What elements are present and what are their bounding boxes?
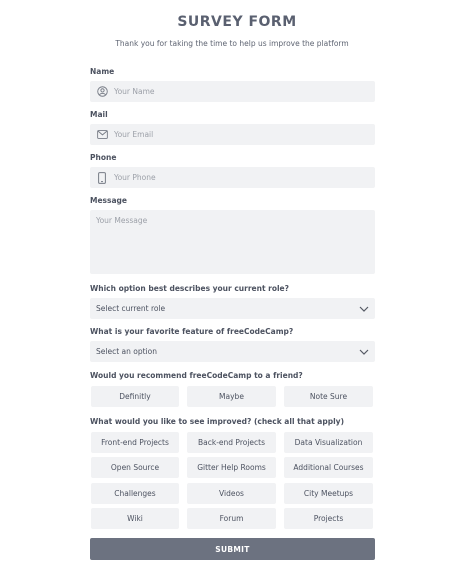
user-icon	[96, 86, 108, 98]
improve-question: What would you like to see improved? (ch…	[90, 417, 344, 426]
phone-label: Phone	[90, 153, 117, 162]
submit-button[interactable]: SUBMIT	[90, 538, 375, 560]
mail-label: Mail	[90, 110, 108, 119]
mail-field[interactable]	[90, 124, 375, 145]
page-title: SURVEY FORM	[177, 14, 297, 30]
page-subtitle: Thank you for taking the time to help us…	[115, 39, 349, 48]
improve-option-videos[interactable]: Videos	[187, 483, 276, 504]
recommend-option-definitly[interactable]: Definitly	[91, 386, 179, 407]
chevron-down-icon	[359, 306, 369, 312]
name-label: Name	[90, 67, 115, 76]
message-textarea[interactable]	[90, 210, 375, 274]
name-field[interactable]	[90, 81, 375, 102]
improve-option-opensource[interactable]: Open Source	[91, 457, 179, 478]
role-question: Which option best describes your current…	[90, 284, 289, 293]
feature-select[interactable]: Select an option	[90, 341, 375, 362]
message-label: Message	[90, 196, 127, 205]
phone-field[interactable]	[90, 167, 375, 188]
name-input[interactable]	[114, 87, 354, 96]
recommend-option-not-sure[interactable]: Note Sure	[284, 386, 373, 407]
recommend-option-maybe[interactable]: Maybe	[187, 386, 276, 407]
envelope-icon	[96, 129, 108, 141]
email-input[interactable]	[114, 130, 354, 139]
improve-option-forum[interactable]: Forum	[187, 508, 276, 529]
improve-option-courses[interactable]: Additional Courses	[284, 457, 373, 478]
recommend-question: Would you recommend freeCodeCamp to a fr…	[90, 371, 303, 380]
improve-option-challenges[interactable]: Challenges	[91, 483, 179, 504]
phone-icon	[96, 171, 108, 184]
phone-input[interactable]	[114, 173, 354, 182]
improve-option-backend[interactable]: Back-end Projects	[187, 432, 276, 453]
improve-option-wiki[interactable]: Wiki	[91, 508, 179, 529]
feature-question: What is your favorite feature of freeCod…	[90, 327, 294, 336]
improve-option-dataviz[interactable]: Data Visualization	[284, 432, 373, 453]
feature-select-value: Select an option	[96, 347, 157, 356]
role-select[interactable]: Select current role	[90, 298, 375, 319]
chevron-down-icon	[359, 349, 369, 355]
improve-option-projects[interactable]: Projects	[284, 508, 373, 529]
role-select-value: Select current role	[96, 304, 166, 313]
improve-option-frontend[interactable]: Front-end Projects	[91, 432, 179, 453]
improve-option-meetups[interactable]: City Meetups	[284, 483, 373, 504]
improve-option-gitter[interactable]: Gitter Help Rooms	[187, 457, 276, 478]
